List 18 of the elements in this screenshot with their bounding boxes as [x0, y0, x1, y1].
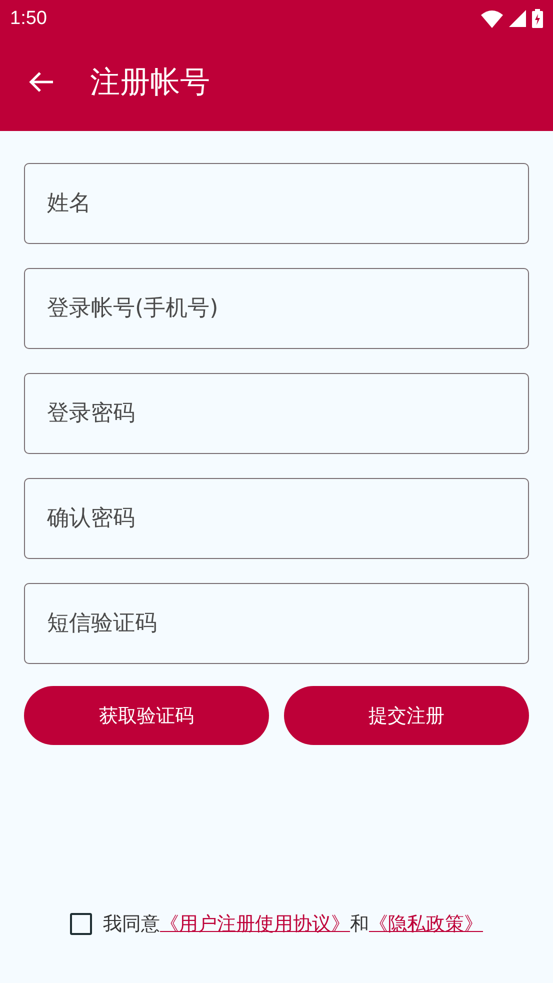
input-field[interactable]: 确认密码	[24, 478, 529, 559]
action-button[interactable]: 提交注册	[284, 686, 529, 745]
battery-icon	[532, 9, 543, 28]
agreement-link[interactable]: 《用户注册使用协议》	[160, 911, 350, 937]
input-field[interactable]: 登录帐号(手机号)	[24, 268, 529, 349]
signal-icon	[509, 10, 526, 27]
agreement-link[interactable]: 《隐私政策》	[369, 911, 483, 937]
screen-title: 注册帐号	[90, 64, 210, 102]
action-button[interactable]: 获取验证码	[24, 686, 269, 745]
agreement-text: 和	[350, 912, 369, 937]
input-field[interactable]: 短信验证码	[24, 583, 529, 664]
back-button[interactable]	[28, 71, 54, 93]
status-time: 1:50	[10, 8, 47, 30]
checkbox[interactable]	[70, 913, 92, 935]
input-field[interactable]: 登录密码	[24, 373, 529, 454]
wifi-icon	[481, 10, 503, 28]
input-field[interactable]: 姓名	[24, 163, 529, 244]
agreement-text: 我同意	[103, 912, 160, 937]
